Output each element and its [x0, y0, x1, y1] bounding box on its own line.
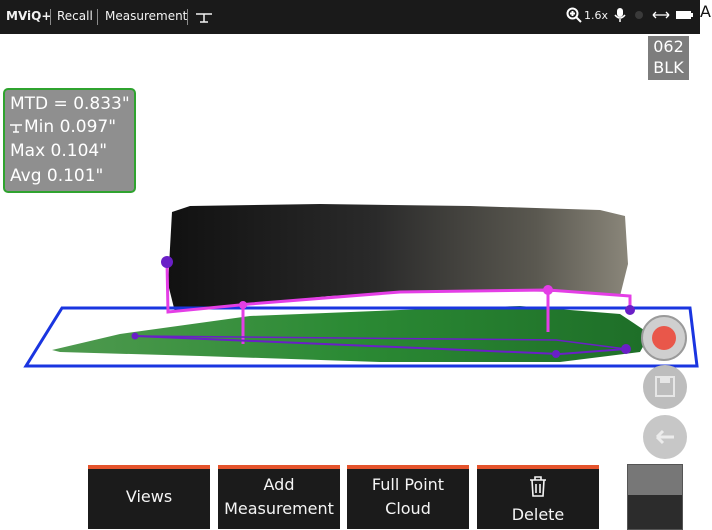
cursor-point[interactable]	[625, 305, 635, 315]
views-button[interactable]: Views	[88, 465, 210, 529]
profile-point[interactable]	[543, 285, 553, 295]
cursor-point[interactable]	[621, 344, 631, 354]
image-thumbnail[interactable]	[627, 464, 683, 530]
save-button[interactable]	[643, 365, 687, 409]
max-value: Max 0.104"	[10, 141, 108, 161]
pit-depth-icon	[10, 124, 22, 133]
delete-label: Delete	[511, 505, 565, 524]
trash-icon	[530, 476, 546, 497]
record-icon	[652, 326, 676, 350]
profile-point[interactable]	[239, 301, 247, 309]
top-status-bar: MViQ+ Recall Measurement 1.6x	[0, 0, 700, 34]
measurement-results-box: MTD = 0.833" Min 0.097" Max 0.104" Avg 0…	[3, 88, 136, 193]
back-button[interactable]	[643, 415, 687, 459]
upper-surface	[168, 204, 628, 312]
articulation-icon[interactable]	[651, 7, 671, 23]
avg-value: Avg 0.101"	[10, 166, 104, 186]
full-point-cloud-label-1: Full Point	[371, 475, 445, 494]
full-point-cloud-label-2: Cloud	[385, 499, 431, 518]
brightness-icon[interactable]	[632, 7, 646, 23]
separator	[50, 9, 51, 25]
back-icon	[655, 429, 674, 445]
zoom-icon[interactable]	[566, 7, 582, 23]
separator	[97, 9, 98, 25]
app-brand: MViQ+	[6, 9, 52, 23]
battery-icon	[676, 11, 693, 19]
microphone-icon[interactable]	[614, 7, 626, 23]
delete-button[interactable]: Delete	[477, 465, 599, 529]
mtd-value: MTD = 0.833"	[10, 94, 130, 114]
cursor-point[interactable]	[131, 332, 139, 340]
corner-text: A	[700, 2, 711, 21]
cursor-point[interactable]	[552, 350, 560, 358]
full-point-cloud-button[interactable]: Full Point Cloud	[347, 465, 469, 529]
add-measurement-button[interactable]: Add Measurement	[218, 465, 340, 529]
min-value: Min 0.097"	[24, 117, 117, 137]
add-measurement-label-2: Measurement	[224, 499, 334, 518]
thumbnail-preview	[628, 465, 682, 495]
add-measurement-label-1: Add	[263, 475, 295, 494]
save-icon	[655, 376, 675, 397]
zoom-level: 1.6x	[584, 9, 609, 22]
views-label: Views	[125, 487, 173, 506]
pit-depth-icon	[196, 13, 212, 23]
record-button[interactable]	[641, 315, 687, 361]
cursor-point[interactable]	[161, 256, 173, 268]
breadcrumb-measurement[interactable]: Measurement	[105, 9, 187, 23]
breadcrumb-recall[interactable]: Recall	[57, 9, 93, 23]
separator	[187, 9, 188, 25]
